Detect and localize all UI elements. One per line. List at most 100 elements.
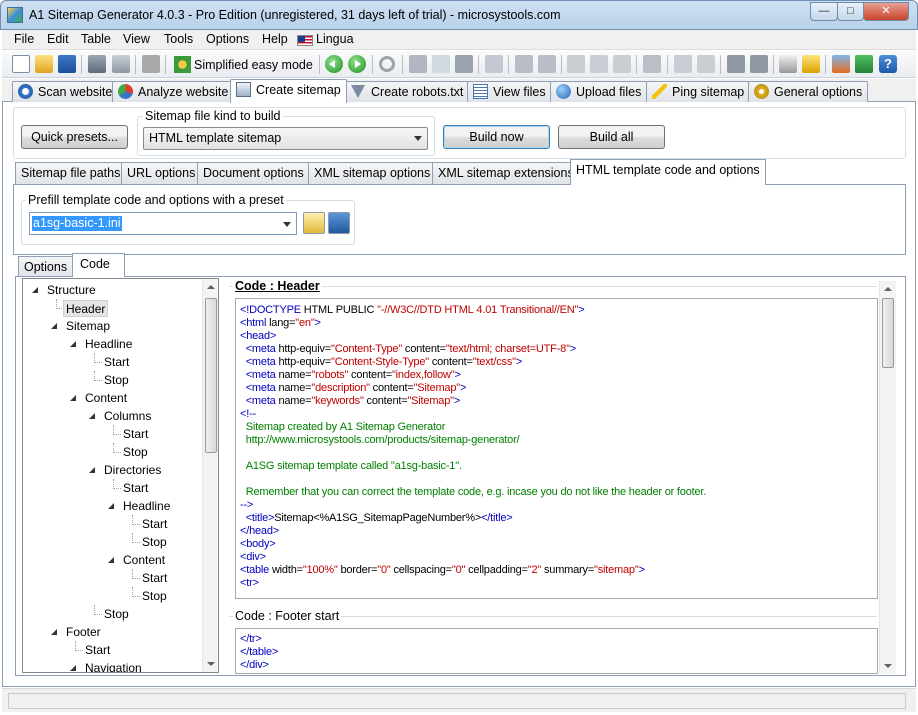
tree-node-sitemap[interactable]: Sitemap (66, 318, 110, 335)
tree-expand-icon[interactable] (70, 395, 76, 401)
tree-node-columns[interactable]: Columns (104, 408, 151, 425)
tree-node-headline[interactable]: Headline (123, 498, 170, 515)
tree-node-header[interactable]: Header (63, 300, 109, 317)
tree-node-start[interactable]: Start (104, 354, 129, 371)
tree-expand-icon[interactable] (70, 341, 76, 347)
tab-general-options[interactable]: General options (748, 81, 869, 102)
new-file-icon[interactable] (12, 55, 30, 73)
forward-icon[interactable] (348, 55, 366, 73)
code-header-editor[interactable]: <!DOCTYPE HTML PUBLIC "-//W3C//DTD HTML … (235, 298, 878, 599)
tree-node-stop[interactable]: Stop (142, 534, 167, 551)
tree-expand-icon[interactable] (108, 503, 114, 509)
tree-node-directories[interactable]: Directories (104, 462, 161, 479)
tab-html-template-code[interactable]: HTML template code and options (570, 159, 766, 185)
build-all-button[interactable]: Build all (558, 125, 665, 149)
build-now-button[interactable]: Build now (443, 125, 550, 149)
tree-add-icon[interactable] (613, 55, 631, 73)
tree-node-start[interactable]: Start (85, 642, 110, 659)
tab-upload-files[interactable]: Upload files (550, 81, 648, 102)
code-footer-editor[interactable]: </tr> </table> </div> (235, 628, 878, 674)
key-icon[interactable] (802, 55, 820, 73)
open-preset-icon[interactable] (303, 212, 325, 234)
tree-node-stop[interactable]: Stop (123, 444, 148, 461)
tab-scan-website[interactable]: Scan website (12, 81, 119, 102)
tab-ping-sitemap[interactable]: Ping sitemap (646, 81, 751, 102)
tab-create-robots[interactable]: Create robots.txt (345, 81, 470, 102)
tab-xml-sitemap-options[interactable]: XML sitemap options (308, 162, 437, 184)
tree-node-footer[interactable]: Footer (66, 624, 101, 641)
save-preset-icon[interactable] (328, 212, 350, 234)
back-icon[interactable] (325, 55, 343, 73)
tab-url-options[interactable]: URL options (121, 162, 202, 184)
menu-options[interactable]: Options (206, 32, 249, 46)
cart-icon[interactable] (779, 55, 797, 73)
tree-expand-icon[interactable] (89, 413, 95, 419)
maximize-button[interactable]: □ (837, 2, 864, 21)
outdent-icon[interactable] (697, 55, 715, 73)
tab-view-files[interactable]: View files (467, 81, 552, 102)
tree-node-content[interactable]: Content (85, 390, 127, 407)
code-footer-scrollbar[interactable] (879, 604, 896, 674)
cut-icon[interactable] (409, 55, 427, 73)
tree-collapse-icon[interactable] (590, 55, 608, 73)
tab-analyze-website[interactable]: Analyze website (112, 81, 235, 102)
tree-expand-icon[interactable] (108, 557, 114, 563)
print-icon[interactable] (142, 55, 160, 73)
column-right-icon[interactable] (750, 55, 768, 73)
tree-node-navigation[interactable]: Navigation (85, 660, 142, 672)
tree-expand-icon[interactable] (70, 665, 76, 671)
menu-edit[interactable]: Edit (47, 32, 69, 46)
menu-help[interactable]: Help (262, 32, 288, 46)
menu-table[interactable]: Table (81, 32, 111, 46)
tree-node-stop[interactable]: Stop (104, 372, 129, 389)
menu-file[interactable]: File (14, 32, 34, 46)
tree-expand-icon[interactable] (567, 55, 585, 73)
tree-node-content[interactable]: Content (123, 552, 165, 569)
tree-scrollbar[interactable] (202, 279, 218, 672)
tree-node-start[interactable]: Start (123, 480, 148, 497)
tree-expand-icon[interactable] (51, 629, 57, 635)
minimize-button[interactable]: — (810, 2, 838, 21)
quick-presets-button[interactable]: Quick presets... (21, 125, 128, 149)
save-icon[interactable] (58, 55, 76, 73)
find-icon[interactable] (515, 55, 533, 73)
tree-node-stop[interactable]: Stop (104, 606, 129, 623)
simplified-mode-button[interactable]: Simplified easy mode (170, 53, 320, 76)
column-left-icon[interactable] (727, 55, 745, 73)
menu-lingua[interactable]: Lingua (316, 32, 354, 46)
indent-icon[interactable] (674, 55, 692, 73)
move-icon[interactable] (643, 55, 661, 73)
preset-select[interactable]: a1sg-basic-1.ini (29, 212, 297, 235)
tree-node-structure[interactable]: Structure (47, 282, 96, 299)
import-icon[interactable] (88, 55, 106, 73)
help-icon[interactable]: ? (879, 55, 897, 73)
sitemap-kind-select[interactable]: HTML template sitemap (143, 127, 428, 150)
menu-tools[interactable]: Tools (164, 32, 193, 46)
copy-icon[interactable] (432, 55, 450, 73)
tab-create-sitemap[interactable]: Create sitemap (230, 79, 347, 103)
tab-document-options[interactable]: Document options (197, 162, 310, 184)
tree-node-headline[interactable]: Headline (85, 336, 132, 353)
tree-expand-icon[interactable] (32, 287, 38, 293)
tree-node-stop[interactable]: Stop (142, 588, 167, 605)
find-next-icon[interactable] (538, 55, 556, 73)
undo-icon[interactable] (485, 55, 503, 73)
tree-expand-icon[interactable] (89, 467, 95, 473)
tree-expand-icon[interactable] (51, 323, 57, 329)
tree-node-start[interactable]: Start (142, 516, 167, 533)
tree-node-start[interactable]: Start (123, 426, 148, 443)
paste-icon[interactable] (455, 55, 473, 73)
tab-sitemap-file-paths[interactable]: Sitemap file paths (15, 162, 127, 184)
tree-node-start[interactable]: Start (142, 570, 167, 587)
tab-options[interactable]: Options (18, 256, 74, 276)
open-folder-icon[interactable] (35, 55, 53, 73)
export-icon[interactable] (112, 55, 130, 73)
code-header-scrollbar[interactable] (879, 281, 896, 604)
share-icon[interactable] (855, 55, 873, 73)
refresh-icon[interactable] (379, 56, 395, 72)
menu-view[interactable]: View (123, 32, 150, 46)
close-button[interactable]: ✕ (863, 2, 909, 21)
home-icon[interactable] (832, 55, 850, 73)
tab-code[interactable]: Code (72, 253, 125, 277)
structure-tree[interactable]: Structure Header Sitemap Headline Start Stop C… (22, 278, 219, 673)
